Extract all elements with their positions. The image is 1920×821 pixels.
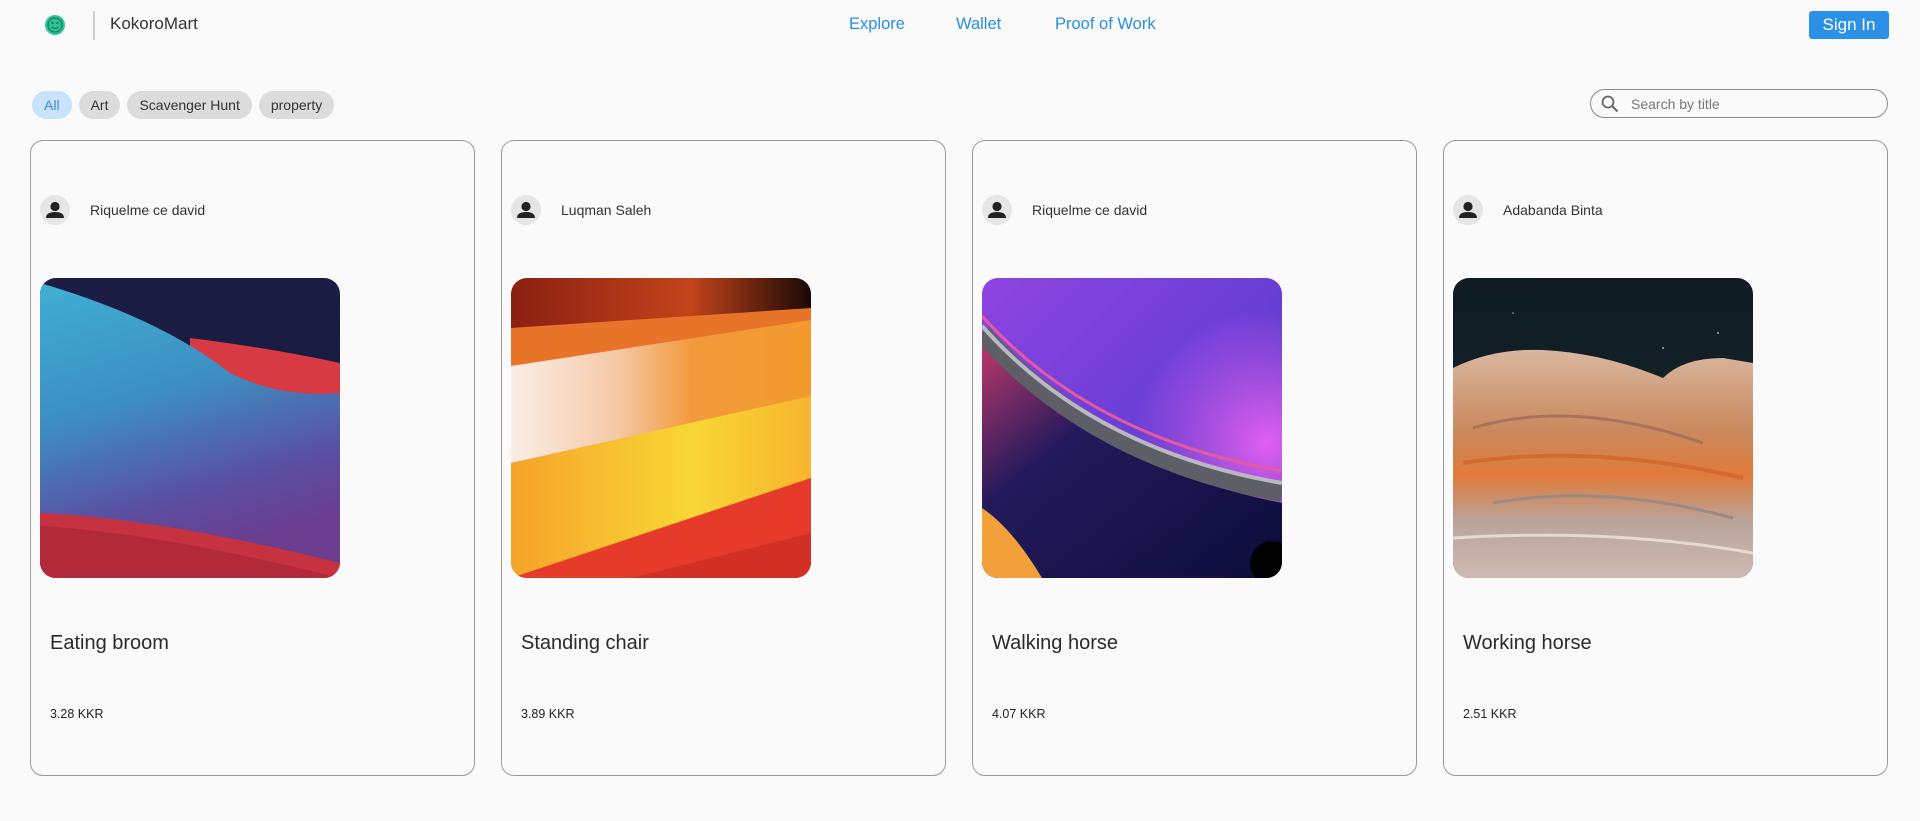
owner-name: Riquelme ce david [1032,202,1148,218]
nft-title: Walking horse [992,632,1118,654]
person-icon [988,201,1006,218]
person-icon [517,201,535,218]
nav-wallet[interactable]: Wallet [956,15,1001,34]
nav-proof-of-work[interactable]: Proof of Work [1055,15,1156,34]
nft-price: 2.51 KKR [1463,707,1517,721]
avatar [1453,195,1483,225]
category-filter-chips: All Art Scavenger Hunt property [32,91,335,119]
person-icon [1459,201,1477,218]
owner-name: Luqman Saleh [561,202,652,218]
nft-title: Working horse [1463,632,1592,654]
chip-scavenger-hunt[interactable]: Scavenger Hunt [127,91,252,119]
chip-all[interactable]: All [32,91,72,119]
nft-image[interactable] [1453,278,1753,578]
chip-property[interactable]: property [258,91,335,119]
nft-image[interactable] [511,278,811,578]
owner-name: Riquelme ce david [90,202,206,218]
nft-card[interactable]: Adabanda Binta Working horse 2.51 KKR [1443,140,1888,776]
nft-price: 3.28 KKR [50,707,104,721]
owner-name: Adabanda Binta [1503,202,1603,218]
logo-icon[interactable] [44,14,66,36]
sign-in-button[interactable]: Sign In [1809,11,1889,39]
brand-divider [93,11,95,40]
search-icon [1601,95,1619,113]
top-navigation-bar: KokoroMart Explore Wallet Proof of Work … [0,0,1920,50]
avatar [511,195,541,225]
nft-card[interactable]: Riquelme ce david Walking horse 4.07 KKR [972,140,1417,776]
avatar [982,195,1012,225]
nft-title: Standing chair [521,632,649,654]
nft-price: 3.89 KKR [521,707,575,721]
avatar [40,195,70,225]
chip-art[interactable]: Art [78,91,121,119]
nft-title: Eating broom [50,632,169,654]
nft-image[interactable] [982,278,1282,578]
nft-price: 4.07 KKR [992,707,1046,721]
nft-card[interactable]: Riquelme ce david Eating broom 3.28 KKR [30,140,475,776]
brand-name[interactable]: KokoroMart [110,14,198,34]
nft-image[interactable] [40,278,340,578]
search-input[interactable] [1629,93,1883,115]
person-icon [46,201,64,218]
nft-card[interactable]: Luqman Saleh Standing chair 3.89 KKR [501,140,946,776]
search-box[interactable] [1590,89,1888,118]
nav-explore[interactable]: Explore [849,15,905,34]
